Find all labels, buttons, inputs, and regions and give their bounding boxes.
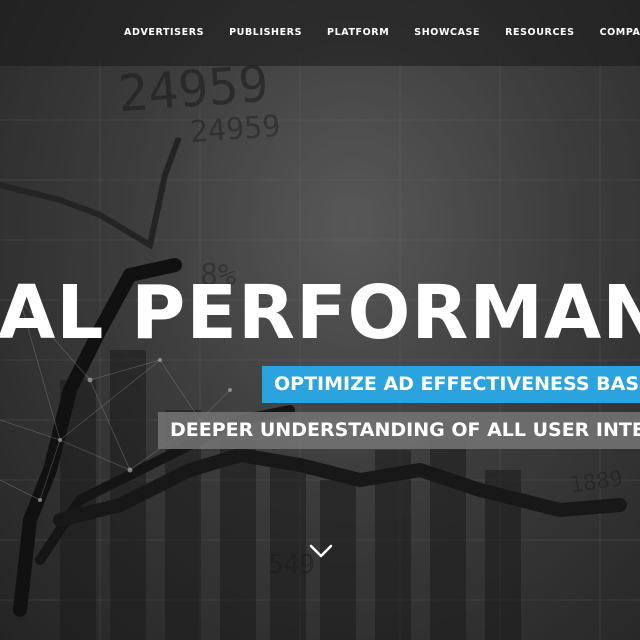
nav-platform[interactable]: PLATFORM — [327, 27, 389, 38]
hero-tagline-primary: OPTIMIZE AD EFFECTIVENESS BASED — [262, 366, 640, 403]
scroll-down-button[interactable] — [307, 540, 335, 562]
nav-menu: ADVERTISERS PUBLISHERS PLATFORM SHOWCASE… — [124, 27, 640, 38]
hero-tagline-secondary: DEEPER UNDERSTANDING OF ALL USER INTER — [158, 412, 640, 449]
nav-company[interactable]: COMPANY — [600, 27, 640, 38]
hero-headline: AL PERFORMAN — [0, 270, 640, 356]
nav-resources[interactable]: RESOURCES — [505, 27, 574, 38]
top-navigation: ADVERTISERS PUBLISHERS PLATFORM SHOWCASE… — [0, 0, 640, 66]
nav-publishers[interactable]: PUBLISHERS — [229, 27, 302, 38]
nav-showcase[interactable]: SHOWCASE — [414, 27, 480, 38]
chevron-down-icon — [309, 544, 333, 558]
hero-section: 24959 24959 8% 1889 549 ADVERTISERS PUBL… — [0, 0, 640, 640]
nav-advertisers[interactable]: ADVERTISERS — [124, 27, 204, 38]
